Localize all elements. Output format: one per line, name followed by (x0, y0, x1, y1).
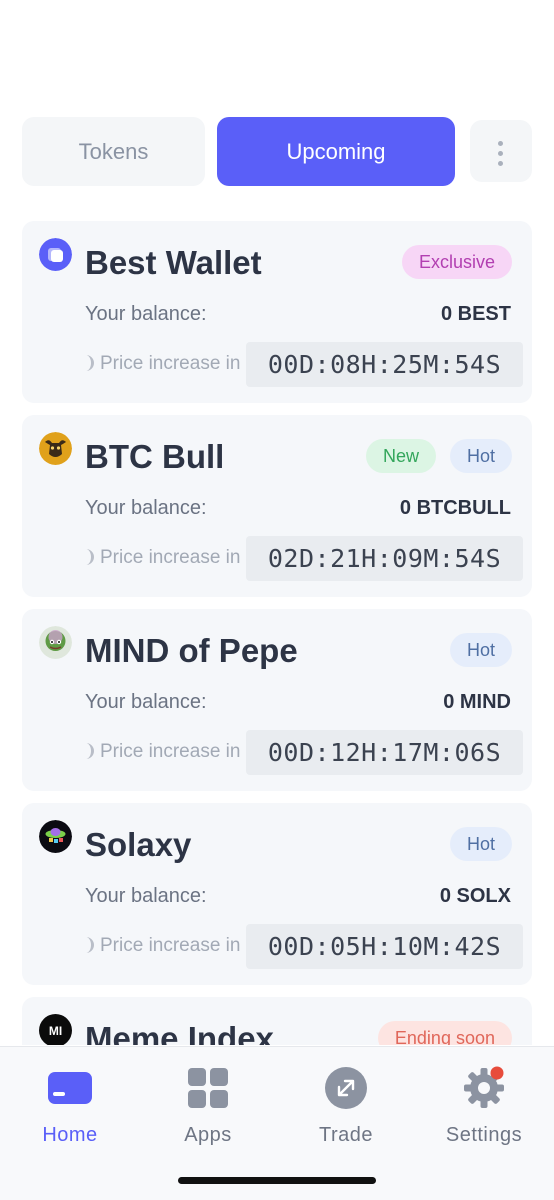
price-increase-label: Price increase in (100, 353, 241, 374)
token-card-solaxy[interactable]: Solaxy Hot Your balance: 0 SOLX Price in… (22, 803, 532, 985)
nav-settings-label: Settings (445, 1124, 523, 1146)
price-increase-row: Price increase in 00D:12H:17M:06S (82, 730, 523, 775)
pepe-logo-icon (39, 626, 72, 659)
badge-group: Hot (449, 827, 512, 861)
token-name: Meme Index (85, 1020, 274, 1045)
meme-index-logo-icon: MI (39, 1014, 72, 1045)
price-increase-label: Price increase in (100, 741, 241, 762)
upcoming-token-list: Best Wallet Exclusive Your balance: 0 BE… (22, 221, 532, 1045)
countdown-icon (86, 743, 94, 759)
kebab-menu-icon (498, 141, 504, 166)
balance-value: 0 BEST (440, 303, 511, 325)
home-indicator (178, 1177, 376, 1184)
trade-arrows-icon (323, 1065, 369, 1111)
token-card-meme-index[interactable]: MI Meme Index Ending soon (22, 997, 532, 1045)
token-name: Best Wallet (85, 244, 262, 281)
badge-group: Exclusive (401, 245, 512, 279)
price-increase-label: Price increase in (100, 935, 241, 956)
nav-settings[interactable]: Settings (415, 1047, 553, 1157)
home-wallet-icon (47, 1065, 93, 1111)
balance-label: Your balance: (85, 303, 207, 325)
countdown-icon (86, 549, 94, 565)
solaxy-logo-icon (39, 820, 72, 853)
balance-value: 0 BTCBULL (399, 497, 511, 519)
token-name: Solaxy (85, 826, 192, 863)
balance-value: 0 SOLX (439, 885, 511, 907)
nav-home[interactable]: Home (1, 1047, 139, 1157)
countdown-timer: 00D:05H:10M:42S (246, 924, 523, 969)
meme-index-logo-text: MI (48, 1023, 63, 1038)
balance-label: Your balance: (85, 691, 207, 713)
balance-label: Your balance: (85, 885, 207, 907)
hot-badge: Hot (449, 827, 512, 861)
segment-tabs: Tokens Upcoming (22, 117, 532, 186)
ending-soon-badge: Ending soon (377, 1021, 512, 1045)
tab-upcoming[interactable]: Upcoming (217, 117, 455, 186)
badge-group: New Hot (365, 439, 512, 473)
price-increase-label: Price increase in (100, 547, 241, 568)
nav-apps-label: Apps (184, 1124, 232, 1146)
new-badge: New (365, 439, 436, 473)
tab-tokens[interactable]: Tokens (22, 117, 205, 186)
nav-trade-label: Trade (318, 1124, 373, 1146)
nav-home-label: Home (42, 1124, 98, 1146)
more-options-button[interactable] (470, 120, 532, 182)
hot-badge: Hot (449, 633, 512, 667)
nav-apps[interactable]: Apps (139, 1047, 277, 1157)
balance-label: Your balance: (85, 497, 207, 519)
price-increase-row: Price increase in 02D:21H:09M:54S (82, 536, 523, 581)
token-name: BTC Bull (85, 438, 225, 475)
countdown-timer: 02D:21H:09M:54S (246, 536, 523, 581)
price-increase-row: Price increase in 00D:05H:10M:42S (82, 924, 523, 969)
token-name: MIND of Pepe (85, 632, 298, 669)
best-wallet-logo-icon (39, 238, 72, 271)
nav-trade[interactable]: Trade (277, 1047, 415, 1157)
token-card-btc-bull[interactable]: BTC Bull New Hot Your balance: 0 BTCBULL… (22, 415, 532, 597)
apps-grid-icon (185, 1065, 231, 1111)
countdown-timer: 00D:08H:25M:54S (246, 342, 523, 387)
badge-group: Ending soon (377, 1021, 512, 1045)
token-card-mind-of-pepe[interactable]: MIND of Pepe Hot Your balance: 0 MIND Pr… (22, 609, 532, 791)
token-card-best-wallet[interactable]: Best Wallet Exclusive Your balance: 0 BE… (22, 221, 532, 403)
hot-badge: Hot (449, 439, 512, 473)
price-increase-row: Price increase in 00D:08H:25M:54S (82, 342, 523, 387)
bull-logo-icon (39, 432, 72, 465)
settings-gear-icon (461, 1065, 507, 1111)
exclusive-badge: Exclusive (401, 245, 512, 279)
countdown-icon (86, 937, 94, 953)
countdown-icon (86, 355, 94, 371)
balance-value: 0 MIND (443, 691, 511, 713)
countdown-timer: 00D:12H:17M:06S (246, 730, 523, 775)
badge-group: Hot (449, 633, 512, 667)
